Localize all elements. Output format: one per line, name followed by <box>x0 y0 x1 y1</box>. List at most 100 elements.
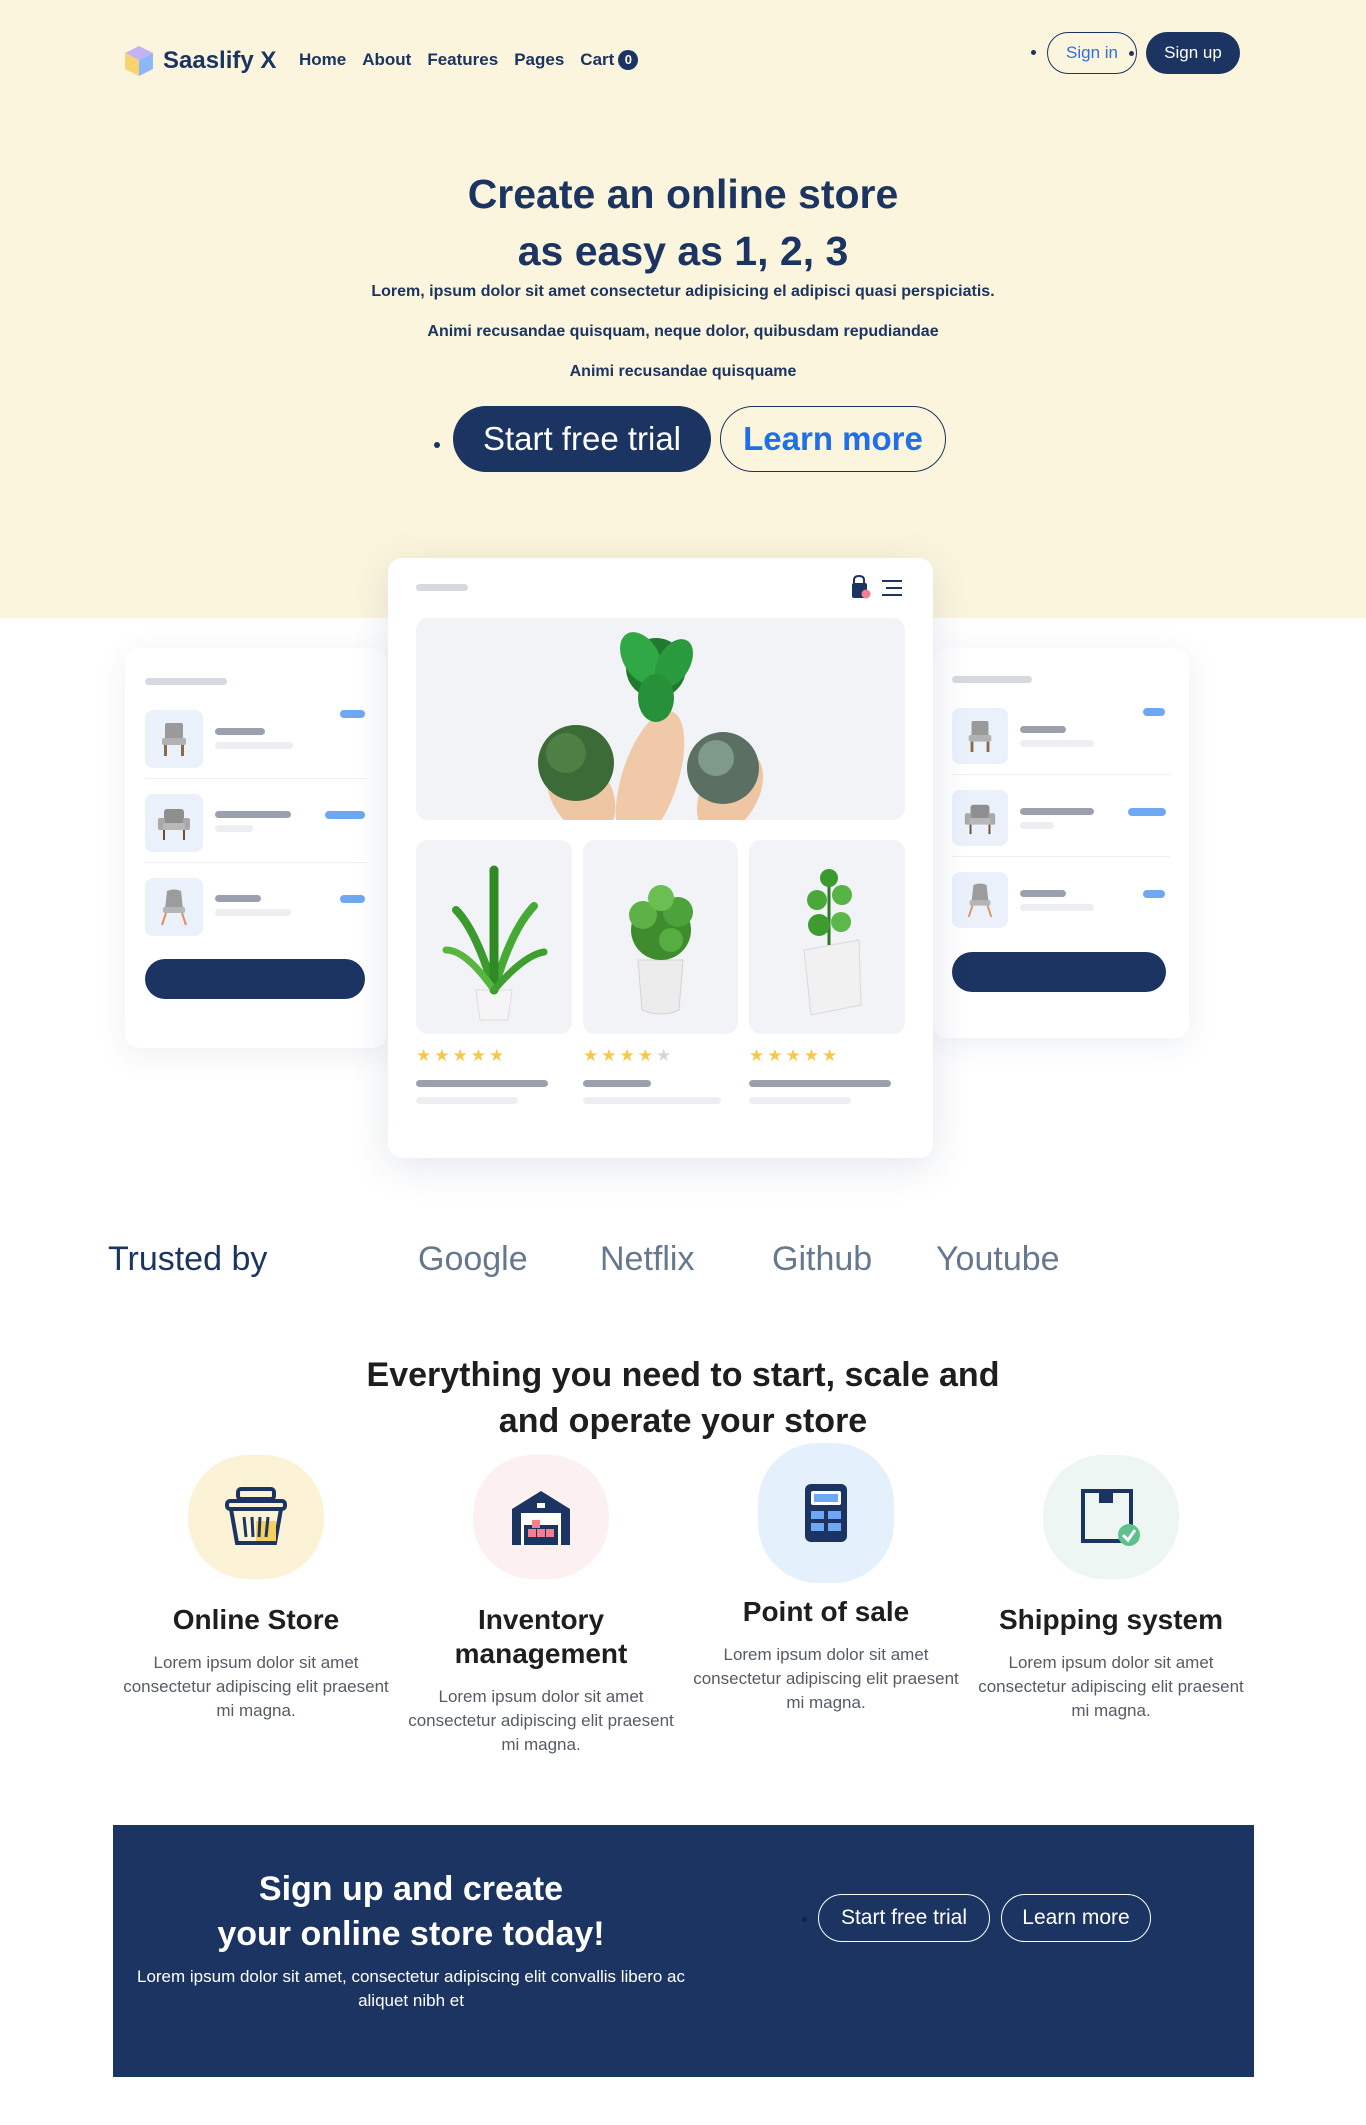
item-name-placeholder <box>1020 808 1094 815</box>
pos-terminal-icon <box>805 1484 847 1542</box>
item-name-placeholder <box>1020 890 1066 897</box>
warehouse-icon <box>512 1491 570 1545</box>
item-meta-placeholder <box>1020 904 1094 911</box>
item-price-placeholder <box>1143 708 1165 716</box>
brand-netflix: Netflix <box>600 1240 695 1278</box>
item-price-placeholder <box>1128 808 1166 816</box>
feature-icon-background <box>1043 1455 1179 1579</box>
menu-icon[interactable] <box>880 578 904 603</box>
brand-github: Github <box>772 1240 873 1278</box>
trusted-by-label: Trusted by <box>108 1240 268 1278</box>
nav-pages-link[interactable]: Pages <box>514 50 564 70</box>
shopping-bag-icon[interactable] <box>849 574 871 605</box>
armchair-thumbnail <box>145 794 203 852</box>
store-header-placeholder <box>416 584 468 591</box>
cube-logo-icon <box>123 44 155 78</box>
item-price-placeholder <box>340 895 365 903</box>
navbar: Saaslify X Home About Features Pages Car… <box>0 0 1366 120</box>
brand-name: Saaslify X <box>163 47 277 74</box>
nav-about-link[interactable]: About <box>362 50 411 70</box>
item-meta-placeholder <box>215 825 253 832</box>
feature-title: Shipping system <box>998 1604 1224 1635</box>
feature-description: Lorem ipsum dolor sit amet consectetur a… <box>408 1687 674 1754</box>
chair-icon <box>968 720 992 752</box>
cart-label: Cart <box>580 50 615 69</box>
item-meta-placeholder <box>1020 740 1094 747</box>
lounge-chair-icon <box>161 889 187 926</box>
chair-thumbnail <box>952 708 1008 764</box>
hero-subtitle-line-2: Animi recusandae quisquam, neque dolor, … <box>427 323 939 340</box>
chair-icon <box>162 723 186 756</box>
item-name-placeholder <box>215 728 265 735</box>
start-free-trial-button[interactable]: Start free trial <box>453 406 711 472</box>
package-check-icon <box>1081 1489 1140 1546</box>
hero-title-line-2: as easy as 1, 2, 3 <box>517 228 849 274</box>
cta-title-line-1: Sign up and create <box>258 1870 564 1908</box>
hero-bullet <box>434 442 440 448</box>
features-title-line-1: Everything you need to start, scale and <box>366 1356 1000 1394</box>
item-price-placeholder <box>325 811 365 819</box>
cta-title: Sign up and create your online store tod… <box>131 1867 691 1957</box>
cta-learn-more-button[interactable]: Learn more <box>1001 1894 1151 1942</box>
nav-features-link[interactable]: Features <box>427 50 498 70</box>
cta-description: Lorem ipsum dolor sit amet, consectetur … <box>136 1967 686 2010</box>
card-header-placeholder <box>145 678 227 685</box>
feature-description: Lorem ipsum dolor sit amet consectetur a… <box>123 1653 389 1720</box>
armchair-icon <box>158 809 190 840</box>
lounge-chair-thumbnail <box>145 878 203 936</box>
nav-cart-link[interactable]: Cart 0 <box>580 50 639 70</box>
cta-title-line-2: your online store today! <box>217 1915 605 1953</box>
feature-description: Lorem ipsum dolor sit amet consectetur a… <box>693 1645 959 1712</box>
cta-start-free-trial-button[interactable]: Start free trial <box>818 1894 990 1942</box>
feature-title: Online Store <box>172 1604 340 1635</box>
hero-plants-image <box>416 618 905 820</box>
brand-google: Google <box>418 1240 528 1278</box>
main-nav: Home About Features Pages Cart 0 <box>299 50 639 70</box>
brand-logo[interactable]: Saaslify X <box>123 44 276 78</box>
learn-more-button[interactable]: Learn more <box>720 406 946 472</box>
signup-cta-section: Sign up and create your online store tod… <box>113 1825 1254 2077</box>
feature-title: Inventory management <box>454 1604 628 1669</box>
feature-icon-background <box>473 1455 609 1579</box>
card-header-placeholder <box>952 676 1032 683</box>
nav-home-link[interactable]: Home <box>299 50 346 70</box>
hero-subtitle-line-3: Animi recusandae quisquame <box>569 363 797 380</box>
cart-preview-card-right <box>933 648 1189 1038</box>
hero-title-line-1: Create an online store <box>467 171 899 217</box>
item-meta-placeholder <box>1020 822 1054 829</box>
checkout-button-placeholder[interactable] <box>145 959 365 999</box>
product-1-rating: ★ ★ ★ ★ ★ <box>416 1046 505 1065</box>
item-price-placeholder <box>340 710 365 718</box>
cart-preview-card-left <box>125 648 387 1048</box>
product-2-rating: ★ ★ ★ ★ ★ <box>583 1046 672 1065</box>
product-image-3[interactable] <box>749 840 905 1034</box>
sign-in-bullet <box>1129 51 1134 56</box>
sign-up-button[interactable]: Sign up <box>1146 32 1240 74</box>
hero-subtitle-line-1: Lorem, ipsum dolor sit amet consectetur … <box>371 283 995 300</box>
item-meta-placeholder <box>215 909 291 916</box>
checkout-button-placeholder[interactable] <box>952 952 1166 992</box>
item-price-placeholder <box>1143 890 1165 898</box>
product-3-rating: ★ ★ ★ ★ ★ <box>749 1046 838 1065</box>
lounge-chair-thumbnail <box>952 872 1008 928</box>
product-3-name-placeholder <box>749 1080 891 1087</box>
product-2-price-placeholder <box>583 1097 721 1104</box>
item-name-placeholder <box>215 895 261 902</box>
item-name-placeholder <box>215 811 291 818</box>
product-image-1[interactable] <box>416 840 572 1034</box>
item-meta-placeholder <box>215 742 293 749</box>
feature-icon-background <box>188 1455 324 1579</box>
brand-youtube: Youtube <box>936 1240 1060 1278</box>
feature-icon-background <box>758 1443 894 1583</box>
features-title-line-2: and operate your store <box>498 1402 868 1440</box>
armchair-thumbnail <box>952 790 1008 846</box>
product-image-2[interactable] <box>583 840 738 1034</box>
feature-point-of-sale: Point of sale Lorem ipsum dolor sit amet… <box>691 1443 961 1715</box>
sign-in-button[interactable]: Sign in <box>1047 32 1137 74</box>
feature-shipping-system: Shipping system Lorem ipsum dolor sit am… <box>976 1455 1246 1723</box>
hero-title: Create an online store as easy as 1, 2, … <box>283 166 1083 280</box>
product-3-price-placeholder <box>749 1097 851 1104</box>
basket-icon <box>225 1487 287 1545</box>
feature-online-store: Online Store Lorem ipsum dolor sit amet … <box>121 1455 391 1723</box>
store-preview-card: ★ ★ ★ ★ ★ ★ ★ ★ ★ ★ ★ ★ ★ ★ ★ <box>388 558 933 1158</box>
